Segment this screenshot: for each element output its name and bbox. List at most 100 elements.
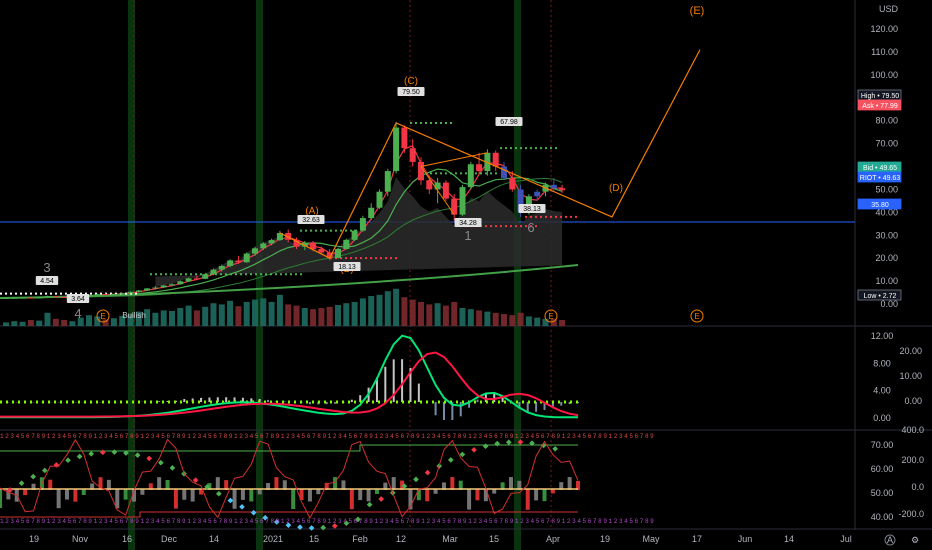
- td-marker: [320, 524, 327, 531]
- volume-bar: [451, 302, 458, 326]
- td-lower-step: [0, 511, 578, 518]
- volume-bar: [335, 305, 341, 326]
- volume-bar: [69, 321, 76, 326]
- candle-body: [11, 297, 18, 299]
- volume-bar: [11, 321, 18, 326]
- time-axis[interactable]: 19 Nov 16 Dec 14 2021 15 Feb 12 Mar 15 Apr 19 May 17 Ju…: [29, 534, 919, 546]
- volume-bar: [152, 312, 159, 326]
- candle-body: [227, 260, 234, 266]
- volume-bar: [359, 298, 366, 326]
- wave-label: 4: [74, 306, 81, 321]
- td-bar: [190, 489, 195, 502]
- td-bar: [65, 489, 70, 500]
- td-bar: [173, 489, 178, 509]
- td-marker: [378, 496, 385, 502]
- td-bar: [291, 489, 296, 510]
- time-tick: Dec: [161, 534, 178, 544]
- volume-bar: [318, 308, 325, 326]
- time-tick: 17: [692, 534, 702, 544]
- candle-body: [550, 184, 557, 189]
- candle-body: [534, 191, 541, 197]
- macd-tick: 8.00: [873, 358, 891, 368]
- volume-bar: [110, 318, 117, 326]
- time-tick: 19: [29, 534, 39, 544]
- volume-bar: [27, 320, 34, 326]
- volume-bar: [434, 303, 441, 326]
- td-bar: [416, 489, 421, 501]
- candle-body: [119, 293, 126, 295]
- td-bar: [534, 489, 539, 501]
- volume-bar: [401, 297, 408, 326]
- candle-body: [442, 182, 449, 199]
- volume-bar: [3, 322, 9, 326]
- td-marker: [250, 509, 257, 516]
- td-marker: [146, 455, 153, 462]
- td-marker: [53, 462, 60, 468]
- price-tick: 20.00: [875, 253, 898, 263]
- auto-scale-label: A: [887, 535, 893, 545]
- volume-bar: [61, 320, 68, 326]
- volume-bar: [193, 310, 200, 326]
- td-marker: [552, 445, 559, 452]
- value-marker: 34.28: [459, 220, 477, 227]
- td-bar: [182, 489, 187, 500]
- candle-body: [3, 297, 9, 299]
- td-left-tick: 60.00: [871, 464, 894, 474]
- earnings-label: E: [548, 312, 553, 321]
- volume-bar: [484, 311, 491, 326]
- td-bar: [307, 489, 312, 502]
- td-marker: [366, 501, 373, 508]
- wave-labels: (E)(D)(C)(B)(A)3416EEE4.543.6432.6318.13…: [35, 5, 704, 323]
- time-tick: Apr: [546, 534, 560, 544]
- candle-body: [559, 188, 566, 191]
- time-tick: Mar: [442, 534, 458, 544]
- td-bar: [73, 489, 78, 502]
- candle-body: [177, 281, 184, 285]
- price-tag: High • 79.50: [861, 93, 899, 100]
- wave-label: (C): [404, 76, 418, 87]
- candle-body: [52, 296, 59, 298]
- td-marker: [215, 490, 222, 497]
- session-band: [514, 0, 521, 550]
- td-marker: [308, 525, 315, 531]
- candle-body: [268, 240, 275, 244]
- td-bar: [567, 477, 572, 490]
- time-tick: 19: [600, 534, 610, 544]
- volume-bar: [235, 306, 242, 326]
- candle-body: [210, 269, 217, 275]
- time-tick: Nov: [72, 534, 89, 544]
- candle-body: [127, 291, 134, 294]
- volume-bar: [418, 302, 424, 326]
- td-marker: [111, 449, 118, 455]
- td-bar: [467, 489, 472, 510]
- time-tick: 14: [784, 534, 794, 544]
- td-bar: [525, 489, 530, 510]
- candle-body: [359, 218, 366, 231]
- td-bar: [391, 477, 396, 490]
- macd-right-tick: 0.00: [904, 396, 922, 406]
- time-tick: 15: [489, 534, 499, 544]
- volume-bar: [19, 321, 26, 326]
- volume-bar: [376, 294, 383, 326]
- td-marker: [447, 457, 454, 463]
- td-bar: [140, 489, 145, 495]
- value-marker: 79.50: [402, 89, 420, 96]
- candle-body: [393, 127, 400, 172]
- candle-body: [459, 187, 466, 215]
- td-bar: [274, 477, 279, 490]
- volume-bar: [476, 310, 483, 326]
- earnings-label: E: [694, 312, 699, 321]
- td-marker: [424, 469, 431, 476]
- earnings-label: E: [100, 312, 105, 321]
- price-axis[interactable]: 120.00110.00100.0090.0080.0070.0060.0050…: [870, 4, 924, 522]
- candle-body: [144, 288, 151, 291]
- currency-label: USD: [879, 4, 899, 14]
- td-bar: [215, 477, 220, 490]
- volume-bar: [351, 302, 358, 326]
- td-marker: [76, 453, 83, 460]
- chart-canvas[interactable]: (E)(D)(C)(B)(A)3416EEE4.543.6432.6318.13…: [0, 0, 932, 550]
- candle-body: [409, 148, 416, 162]
- price-tick: 50.00: [875, 184, 898, 194]
- time-tick: 15: [309, 534, 319, 544]
- volume-bar: [467, 309, 474, 326]
